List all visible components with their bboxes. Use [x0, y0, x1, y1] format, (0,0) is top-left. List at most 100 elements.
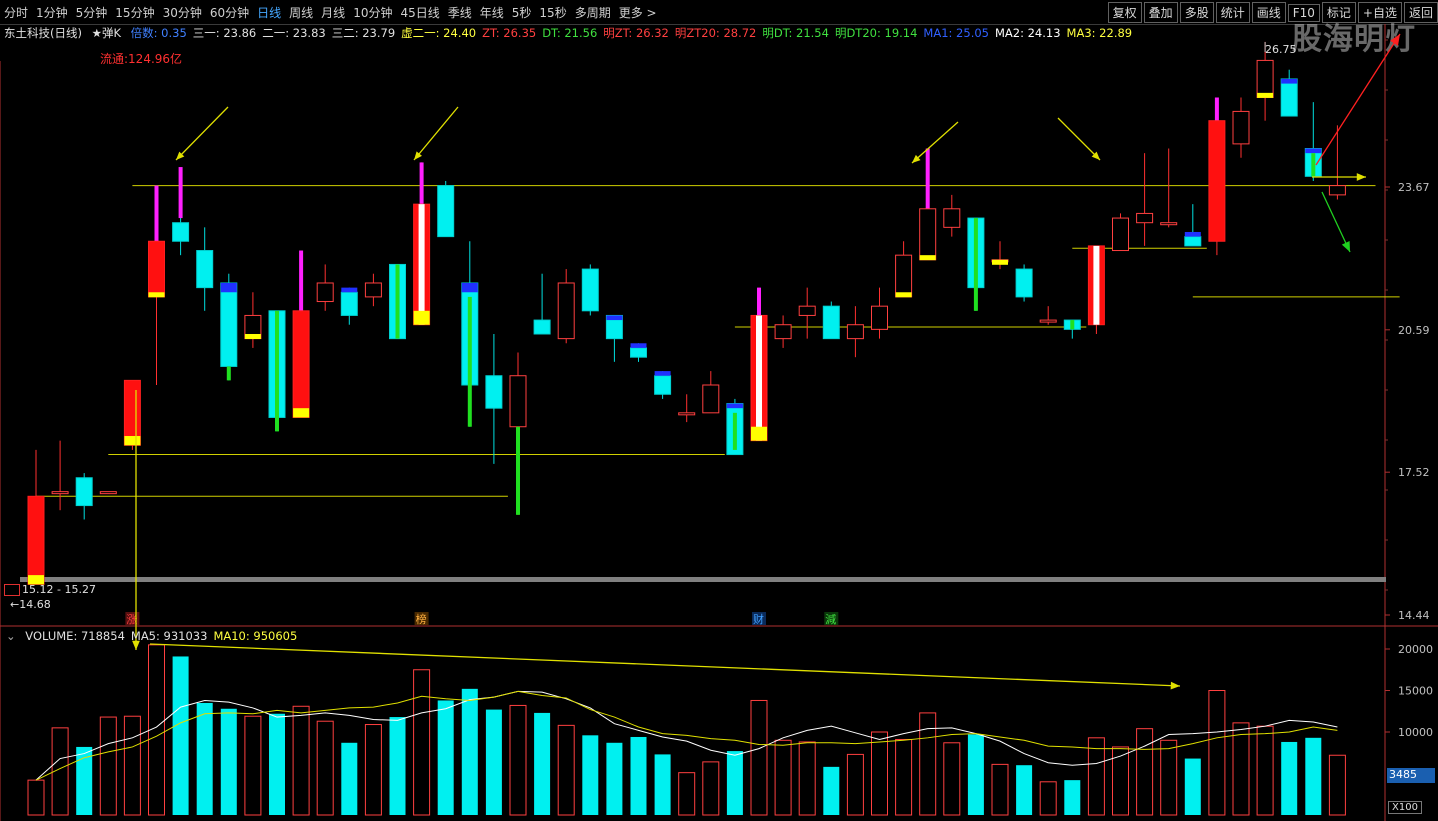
arrow-yellow-1: [175, 106, 229, 161]
candle-body-27: [678, 412, 696, 416]
candle-body-34: [846, 324, 864, 340]
volume-value-0: VOLUME: 718854: [25, 629, 125, 643]
candle-body-51: [1256, 59, 1274, 99]
candle-magenta-30: [757, 287, 761, 316]
volume-bar-46: [1136, 728, 1154, 816]
low-price-label: ←14.68: [10, 598, 51, 611]
volume-bar-54: [1328, 754, 1346, 816]
volume-value-1: MA5: 931033: [130, 629, 208, 643]
volume-bar-33: [823, 766, 840, 815]
candle-yellow-foot-40: [992, 259, 1008, 265]
candle-body-17: [437, 185, 455, 238]
candle-body-32: [798, 305, 816, 316]
candle-blue-tip-8: [220, 282, 237, 293]
volume-bar-38: [943, 742, 961, 816]
volume-bar-42: [1039, 781, 1057, 816]
candle-body-20: [509, 375, 527, 428]
volume-bar-48: [1184, 758, 1201, 815]
volume-bar-45: [1112, 746, 1129, 816]
volume-current-box: 3485: [1387, 768, 1435, 783]
candle-green-18: [467, 296, 472, 427]
candle-blue-tip-18: [461, 282, 478, 293]
volume-bar-21: [534, 712, 551, 815]
price-tick-label-0: 14.44: [1398, 609, 1430, 622]
candle-green-29: [732, 412, 737, 450]
candle-body-1: [51, 491, 69, 495]
price-tick-label-1: 17.52: [1398, 466, 1430, 479]
candle-yellow-foot-16: [413, 310, 430, 325]
candle-body-38: [943, 208, 961, 228]
candle-body-14: [364, 282, 382, 298]
volume-tick-label-1: 15000: [1398, 685, 1433, 698]
candle-body-50: [1232, 110, 1250, 145]
candle-blue-tip-13: [341, 287, 358, 293]
volume-bar-34: [846, 753, 864, 816]
candle-body-4: [123, 379, 141, 446]
volume-bar-11: [292, 705, 310, 816]
volume-bar-26: [654, 754, 671, 815]
arrow-red-up: [1315, 33, 1401, 166]
volume-unit: X100: [1388, 801, 1422, 814]
volume-bar-18: [461, 688, 478, 815]
low-price-value: 14.68: [19, 598, 51, 611]
arrow-yellow-2: [413, 106, 459, 161]
candle-body-49: [1208, 120, 1226, 242]
candle-yellow-foot-37: [919, 255, 936, 261]
volume-bar-28: [702, 761, 720, 816]
volume-bar-14: [364, 724, 382, 816]
candle-body-21: [533, 319, 551, 335]
candle-body-33: [822, 305, 840, 340]
volume-bar-51: [1256, 725, 1274, 816]
volume-bar-16: [413, 669, 431, 816]
arrow-yellow-4: [1057, 117, 1101, 161]
volume-bar-31: [774, 739, 792, 816]
candle-blue-tip-52: [1281, 78, 1298, 84]
candle-body-37: [919, 208, 937, 261]
arrow-volume-trend: [149, 643, 1181, 687]
candle-body-5: [148, 240, 165, 298]
candle-body-35: [871, 305, 888, 330]
candle-body-36: [895, 254, 913, 298]
volume-bar-30: [750, 699, 768, 816]
volume-bar-52: [1281, 741, 1298, 815]
candle-green-8: [226, 366, 231, 381]
collapse-icon[interactable]: ⌄: [6, 629, 16, 643]
volume-bar-17: [437, 700, 454, 815]
candle-blue-tip-48: [1184, 231, 1201, 237]
candle-body-48: [1184, 236, 1202, 247]
volume-bar-15: [389, 717, 406, 815]
candle-blue-tip-25: [630, 343, 647, 348]
candle-blue-tip-29: [726, 403, 743, 409]
candle-body-3: [99, 491, 117, 495]
candle-body-45: [1112, 217, 1129, 252]
volume-bar-6: [172, 656, 189, 815]
volume-bar-0: [27, 779, 45, 816]
event-marker-3: 減: [825, 612, 836, 626]
candle-body-42: [1039, 319, 1057, 323]
volume-bar-32: [798, 741, 816, 816]
candle-body-7: [196, 250, 214, 289]
volume-bar-10: [269, 713, 285, 815]
volume-bar-22: [557, 724, 575, 816]
candle-yellow-foot-36: [895, 292, 912, 298]
candle-body-2: [75, 477, 93, 507]
candle-body-6: [172, 222, 190, 242]
candle-body-31: [774, 324, 792, 340]
candle-yellow-foot-11: [293, 408, 310, 418]
volume-bar-25: [630, 736, 647, 815]
volume-bar-53: [1305, 737, 1322, 815]
price-volume-chart[interactable]: 14.44 17.52 20.59 23.67 10000 15000 20000 26.75…: [0, 0, 1438, 821]
candle-body-0: [27, 495, 45, 585]
candle-yellow-foot-5: [148, 292, 165, 298]
candle-green-15: [395, 264, 400, 339]
volume-bar-9: [244, 715, 262, 816]
price-tick-label-2: 20.59: [1398, 324, 1430, 337]
volume-bar-50: [1232, 722, 1250, 816]
candle-core-44: [1093, 245, 1100, 325]
arrow-yellow-3: [911, 121, 959, 164]
candle-body-41: [1015, 268, 1033, 298]
candle-body-46: [1136, 212, 1154, 224]
volume-header: ⌄ VOLUME: 718854 MA5: 931033 MA10: 950605: [6, 629, 303, 643]
volume-bar-20: [509, 704, 527, 816]
candle-magenta-37: [925, 148, 930, 209]
